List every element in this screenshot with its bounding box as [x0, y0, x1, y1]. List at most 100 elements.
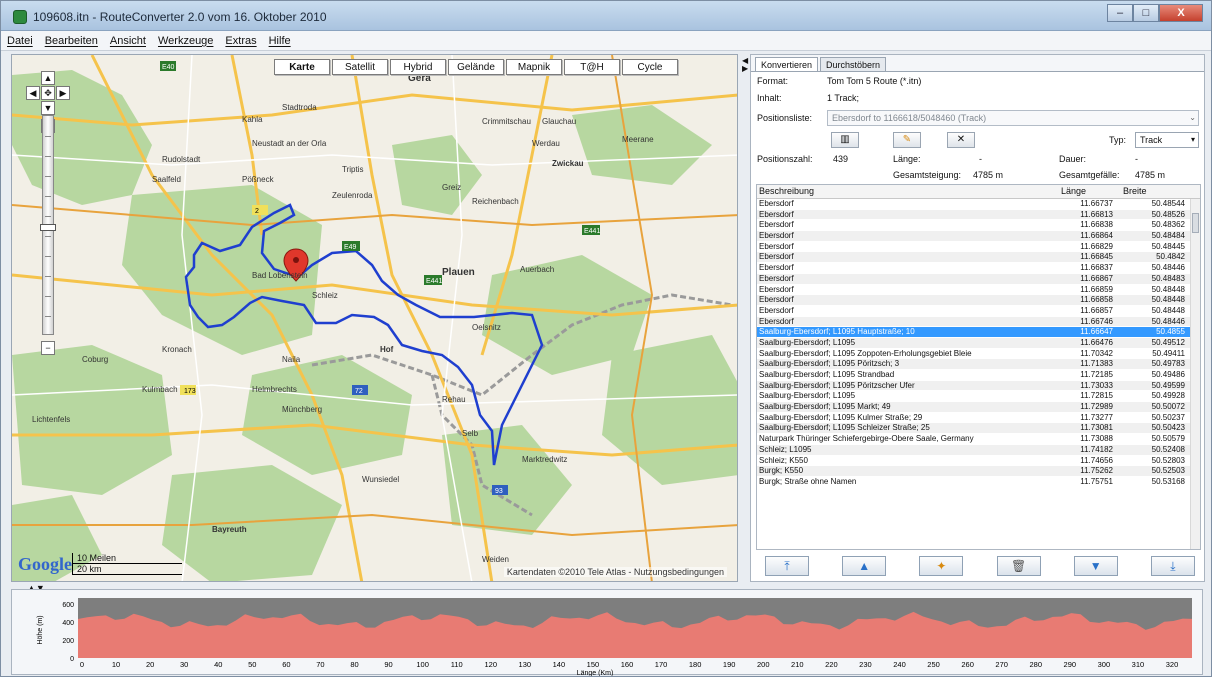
menu-bearbeiten[interactable]: Bearbeiten [45, 35, 98, 47]
table-row[interactable]: Saalburg-Ebersdorf; L1095 Pöritzscher Uf… [757, 380, 1200, 392]
table-row[interactable]: Burgk; K550 11.75262 50.52503 [757, 466, 1200, 477]
table-scrollbar[interactable] [1190, 199, 1200, 549]
table-row[interactable]: Saalburg-Ebersdorf; L1095 Schleizer Stra… [757, 423, 1200, 435]
menu-werkzeuge[interactable]: Werkzeuge [158, 35, 213, 47]
tab-konvertieren[interactable]: Konvertieren [755, 57, 819, 72]
map-tab-karte[interactable]: Karte [274, 59, 330, 75]
map-copyright[interactable]: Kartendaten ©2010 Tele Atlas - Nutzungsb… [503, 567, 727, 577]
delete-position-button[interactable]: 🗑 [996, 556, 1041, 576]
map-tab-cycle[interactable]: Cycle [622, 59, 678, 75]
table-row[interactable]: Ebersdorf 11.66837 50.48446 [757, 263, 1200, 274]
table-row[interactable]: Ebersdorf 11.66829 50.48445 [757, 242, 1200, 253]
table-row[interactable]: Burgk; Straße ohne Namen 11.75751 50.53168 [757, 477, 1200, 488]
map-place: Reichenbach [472, 197, 519, 206]
table-row[interactable]: Ebersdorf 11.66813 50.48526 [757, 209, 1200, 221]
table-row[interactable]: Saalburg-Ebersdorf; L1095 11.66476 50.4951… [757, 337, 1200, 349]
map-place: Crimmitschau [482, 117, 531, 126]
map-tab-hybrid[interactable]: Hybrid [390, 59, 446, 75]
move-up-button[interactable]: ▲ [842, 556, 887, 576]
minimize-button[interactable]: – [1107, 4, 1133, 22]
map-tab-tah[interactable]: T@H [564, 59, 620, 75]
move-to-bottom-button[interactable]: ⤓ [1150, 556, 1195, 576]
cell-laenge: 11.75751 [1080, 476, 1113, 486]
cell-beschreibung: Saalburg-Ebersdorf; L1095 Markt; 49 [759, 402, 891, 412]
typ-select[interactable]: Track ▾ [1135, 132, 1199, 148]
zoom-out-icon[interactable]: − [41, 341, 55, 355]
table-row[interactable]: Saalburg-Ebersdorf; L1095 11.72815 50.4992… [757, 391, 1200, 403]
map-place: Oelsnitz [472, 323, 501, 332]
table-row[interactable]: Naturpark Thüringer Schiefergebirge-Ober… [757, 434, 1200, 445]
menu-hilfe[interactable]: Hilfe [269, 35, 291, 47]
move-to-top-button[interactable]: ⤒ [765, 556, 809, 576]
pan-right-icon[interactable]: ▶ [56, 86, 70, 100]
map-tab-gelaende[interactable]: Gelände [448, 59, 504, 75]
x-tick-label: 140 [553, 660, 566, 669]
pan-left-icon[interactable]: ◀ [26, 86, 40, 100]
table-row[interactable]: Ebersdorf 11.66867 50.48483 [757, 273, 1200, 285]
panel-tabs: Konvertieren Durchstöbern [755, 57, 888, 72]
vertical-splitter[interactable]: ◀ ▶ [741, 54, 749, 584]
x-tick-label: 270 [995, 660, 1008, 669]
table-row[interactable]: Ebersdorf 11.66859 50.48448 [757, 285, 1200, 296]
x-tick-label: 240 [893, 660, 906, 669]
table-row[interactable]: Ebersdorf 11.66746 50.48446 [757, 316, 1200, 328]
collapse-right-icon[interactable]: ▶ [742, 64, 748, 73]
cell-laenge: 11.66864 [1080, 231, 1113, 241]
cell-beschreibung: Naturpark Thüringer Schiefergebirge-Ober… [759, 434, 974, 444]
table-row[interactable]: Ebersdorf 11.66858 50.48448 [757, 295, 1200, 306]
menu-ansicht[interactable]: Ansicht [110, 35, 146, 47]
table-row[interactable]: Ebersdorf 11.66838 50.48362 [757, 220, 1200, 232]
map-type-tabs: Karte Satellit Hybrid Gelände Mapnik T@H… [274, 59, 680, 75]
map-place: Werdau [532, 139, 560, 148]
table-row[interactable]: Saalburg-Ebersdorf; L1095 Markt; 49 11.72… [757, 402, 1200, 413]
column-breite[interactable]: Breite [1115, 185, 1187, 198]
maximize-button[interactable]: □ [1133, 4, 1159, 22]
map-place: Meerane [622, 135, 654, 144]
table-row[interactable]: Saalburg-Ebersdorf; L1095 Hauptstraße; 1… [757, 327, 1200, 338]
close-button[interactable]: X [1159, 4, 1203, 22]
scrollbar-thumb[interactable] [1192, 213, 1199, 233]
table-row[interactable]: Ebersdorf 11.66845 50.4842 [757, 252, 1200, 264]
tab-durchstoebern[interactable]: Durchstöbern [820, 57, 887, 72]
menu-extras[interactable]: Extras [225, 35, 256, 47]
map-place: Selb [462, 429, 479, 438]
map-view[interactable]: E40 E49 E441 E441 72 93 173 2 Gera Schmö… [11, 54, 738, 582]
elevation-profile[interactable]: Höhe (m) 0 200 400 600 0 10 20 30 40 50 60 70 80 90 100… [11, 589, 1203, 676]
title-bar[interactable]: 109608.itn - RouteConverter 2.0 vom 16. … [1, 1, 1211, 31]
table-row[interactable]: Ebersdorf 11.66737 50.48544 [757, 199, 1200, 210]
column-laenge[interactable]: Länge [1059, 185, 1115, 198]
pan-down-icon[interactable]: ▼ [41, 101, 55, 115]
move-down-button[interactable]: ▼ [1073, 556, 1118, 576]
table-row[interactable]: Saalburg-Ebersdorf; L1095 Kulmer Straße;… [757, 413, 1200, 424]
map-tab-mapnik[interactable]: Mapnik [506, 59, 562, 75]
x-tick-label: 180 [689, 660, 702, 669]
rename-positionlist-button[interactable]: ✎ [893, 132, 921, 148]
table-row[interactable]: Saalburg-Ebersdorf; L1095 Zoppoten-Erhol… [757, 349, 1200, 360]
x-tick-label: 300 [1098, 660, 1111, 669]
map-scale: 10 Meilen 20 km [72, 553, 182, 575]
map-place: Münchberg [282, 405, 323, 414]
pan-center-icon[interactable]: ✥ [41, 86, 55, 100]
table-row[interactable]: Saalburg-Ebersdorf; L1095 Strandbad 11.72… [757, 370, 1200, 381]
map-place: Triptis [342, 165, 364, 174]
map-place: Rudolstadt [162, 155, 201, 164]
table-row[interactable]: Schleiz; L1095 11.74182 50.52408 [757, 444, 1200, 456]
zoom-slider[interactable] [40, 115, 56, 335]
table-row[interactable]: Ebersdorf 11.66864 50.48484 [757, 231, 1200, 242]
add-position-button[interactable]: ✦ [919, 556, 964, 576]
table-row[interactable]: Ebersdorf 11.66857 50.48448 [757, 306, 1200, 317]
x-tick-label: 310 [1132, 660, 1145, 669]
new-positionlist-button[interactable]: ▥ [831, 132, 859, 148]
column-beschreibung[interactable]: Beschreibung [757, 185, 1059, 198]
svg-text:72: 72 [355, 388, 363, 395]
delete-positionlist-button[interactable]: ✕ [947, 132, 975, 148]
menu-datei[interactable]: Datei [7, 35, 33, 47]
x-tick-label: 40 [214, 660, 222, 669]
table-row[interactable]: Saalburg-Ebersdorf; L1095 Pöritzsch; 3 11… [757, 359, 1200, 370]
table-row[interactable]: Schleiz; K550 11.74656 50.52803 [757, 456, 1200, 467]
positionsliste-select[interactable]: Ebersdorf to 1166618/5048460 (Track) ⌄ [827, 110, 1199, 126]
zoom-slider-thumb[interactable] [40, 224, 56, 231]
arrow-down-icon: ▼ [1089, 559, 1102, 573]
map-tab-satellit[interactable]: Satellit [332, 59, 388, 75]
pan-up-icon[interactable]: ▲ [41, 71, 55, 85]
